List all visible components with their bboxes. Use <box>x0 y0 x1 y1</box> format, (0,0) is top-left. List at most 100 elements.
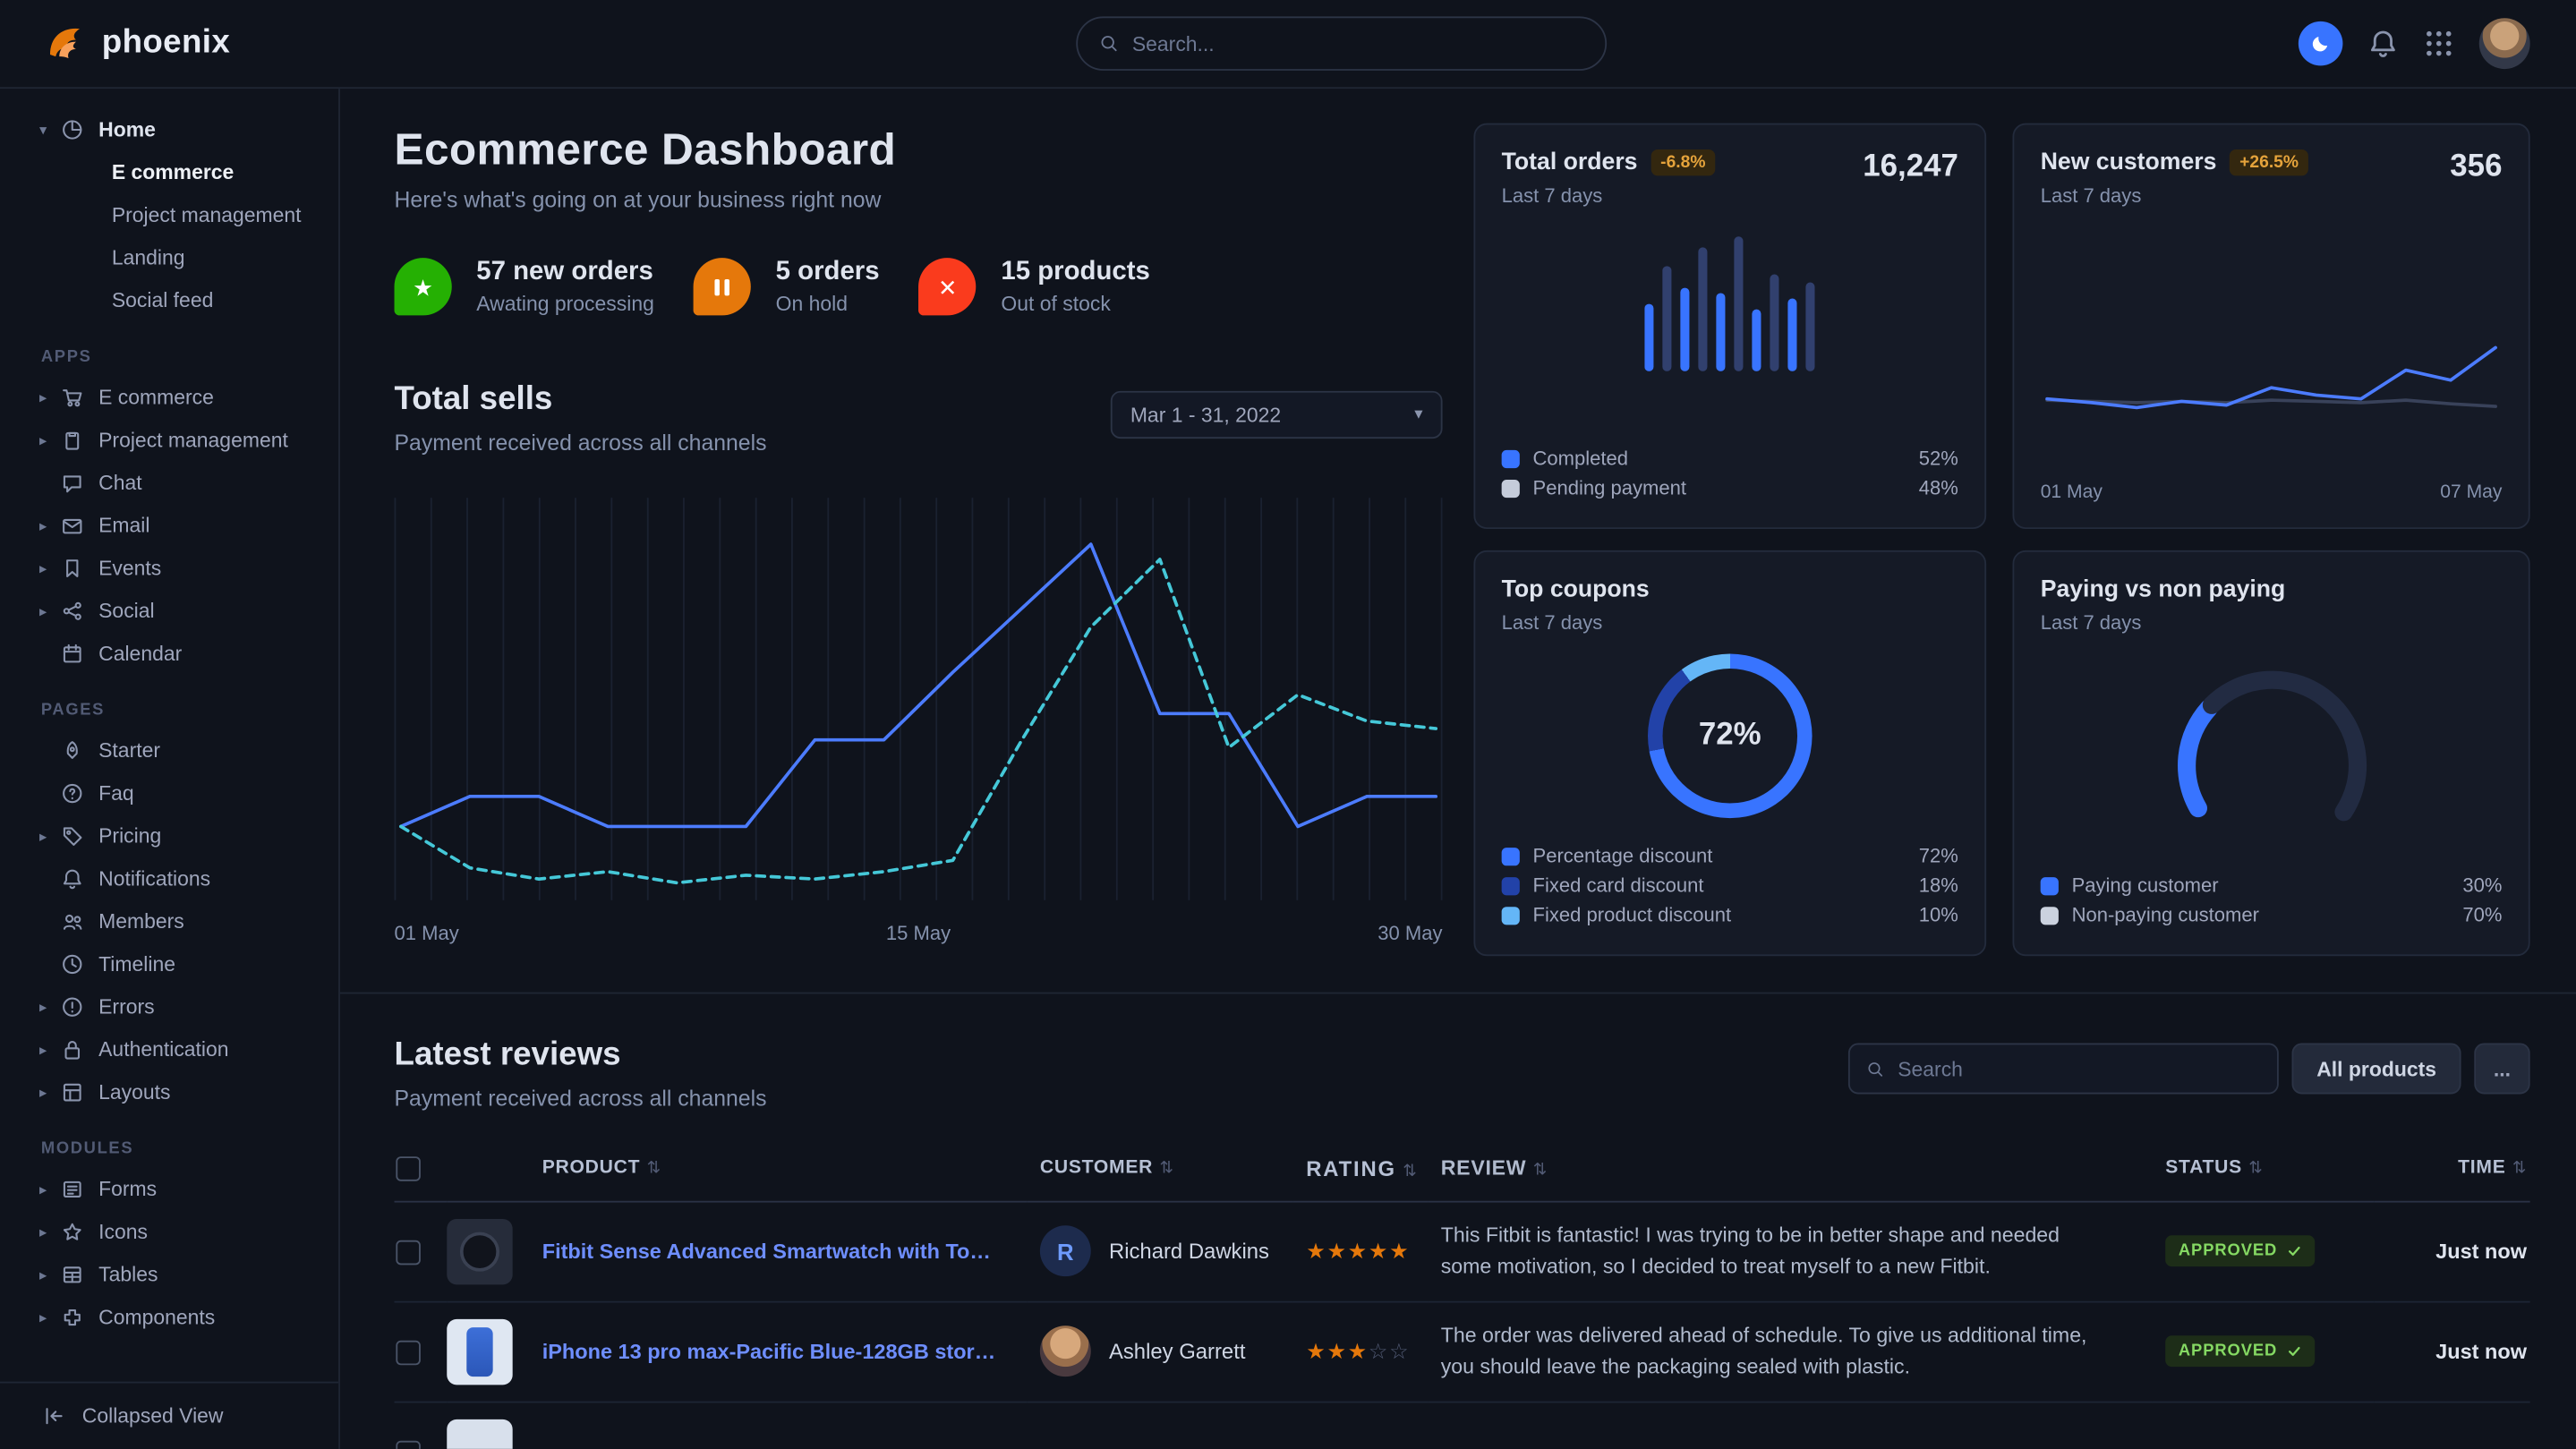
card-total-orders: Total orders -6.8% Last 7 days 16,247 Co… <box>1473 124 1986 529</box>
question-icon <box>61 782 84 805</box>
column-header-customer[interactable]: CUSTOMER⇅ <box>1027 1154 1292 1201</box>
top-coupons-legend-item: Percentage discount72% <box>1502 841 1958 871</box>
sidebar-subitem-e-commerce[interactable]: E commerce <box>0 151 338 194</box>
rating-stars <box>1293 1402 1429 1449</box>
review-time <box>2374 1402 2529 1449</box>
navbar-search-input[interactable] <box>1132 32 1584 55</box>
date-range-select[interactable]: Mar 1 - 31, 2022 ▾ <box>1111 392 1443 439</box>
column-header-status[interactable]: STATUS⇅ <box>2153 1154 2375 1201</box>
chevron-down-icon: ▾ <box>1414 406 1422 424</box>
sidebar-item-events[interactable]: ▸Events <box>0 547 338 590</box>
product-link[interactable]: Fitbit Sense Advanced Smartwatch with To… <box>542 1239 1002 1264</box>
sidebar-subitem-project-management[interactable]: Project management <box>0 194 338 237</box>
row-checkbox[interactable] <box>396 1240 421 1265</box>
sidebar-item-label: Icons <box>98 1221 148 1244</box>
review-row: Fitbit Sense Advanced Smartwatch with To… <box>395 1201 2530 1301</box>
total-sells-subtitle: Payment received across all channels <box>395 431 767 456</box>
sidebar-item-social[interactable]: ▸Social <box>0 590 338 633</box>
notifications-button[interactable] <box>2367 28 2399 59</box>
chat-icon <box>61 472 84 495</box>
alert-icon <box>61 995 84 1019</box>
sidebar-subitem-social-feed[interactable]: Social feed <box>0 279 338 322</box>
sidebar-item-chat[interactable]: Chat <box>0 462 338 505</box>
top-navbar: phoenix <box>0 0 2576 89</box>
sidebar-item-label: Layouts <box>98 1081 170 1104</box>
sidebar-item-errors[interactable]: ▸Errors <box>0 985 338 1028</box>
sidebar-item-e-commerce[interactable]: ▸E commerce <box>0 376 338 419</box>
legend-label: Pending payment <box>1533 476 1686 499</box>
sidebar-item-home[interactable]: ▾Home <box>0 108 338 151</box>
total-orders-badge: -6.8% <box>1651 149 1715 175</box>
product-thumbnail <box>447 1419 512 1449</box>
sidebar-item-faq[interactable]: Faq <box>0 772 338 815</box>
sidebar-item-label: Email <box>98 515 149 538</box>
row-checkbox[interactable] <box>396 1440 421 1449</box>
user-avatar[interactable] <box>2479 18 2530 69</box>
sidebar-item-components[interactable]: ▸Components <box>0 1296 338 1339</box>
caret-right-icon: ▸ <box>39 1041 61 1059</box>
paying-legend-item: Non-paying customer70% <box>2041 900 2503 930</box>
column-header-time[interactable]: TIME⇅ <box>2374 1154 2529 1201</box>
sidebar-item-calendar[interactable]: Calendar <box>0 633 338 676</box>
sidebar-item-pricing[interactable]: ▸Pricing <box>0 814 338 857</box>
more-options-button[interactable]: ... <box>2474 1044 2529 1095</box>
sidebar-item-project-management[interactable]: ▸Project management <box>0 419 338 462</box>
column-header-review[interactable]: REVIEW⇅ <box>1428 1154 2152 1201</box>
sidebar-item-label: Errors <box>98 995 154 1019</box>
legend-swatch <box>1502 906 1520 924</box>
legend-swatch <box>1502 847 1520 865</box>
rating-stars: ★★★★★ <box>1293 1201 1429 1301</box>
sidebar-item-timeline[interactable]: Timeline <box>0 943 338 986</box>
product-thumbnail <box>447 1218 512 1283</box>
legend-label: Fixed card discount <box>1533 874 1704 897</box>
theme-toggle-button[interactable] <box>2299 21 2343 66</box>
phoenix-logo-icon <box>43 21 88 66</box>
stat-caption: Out of stock <box>1001 293 1149 316</box>
apps-grid-button[interactable] <box>2423 28 2454 59</box>
card-paying-vs-non-paying: Paying vs non paying Last 7 days Paying … <box>2012 550 2529 956</box>
lock-icon <box>61 1038 84 1061</box>
sidebar-item-forms[interactable]: ▸Forms <box>0 1168 338 1211</box>
collapsed-view-toggle[interactable]: Collapsed View <box>0 1382 338 1449</box>
bell-icon <box>61 867 84 891</box>
reviews-table-header: PRODUCT⇅CUSTOMER⇅RATING⇅REVIEW⇅STATUS⇅TI… <box>395 1154 2530 1201</box>
caret-right-icon: ▸ <box>39 1084 61 1102</box>
legend-value: 10% <box>1919 904 1958 927</box>
caret-right-icon: ▸ <box>39 602 61 620</box>
caret-right-icon: ▸ <box>39 1223 61 1241</box>
reviews-search-input[interactable] <box>1898 1057 2261 1080</box>
sidebar-item-layouts[interactable]: ▸ Layouts <box>0 1071 338 1114</box>
sidebar-item-members[interactable]: Members <box>0 900 338 943</box>
all-products-button[interactable]: All products <box>2292 1044 2461 1095</box>
sidebar-item-starter[interactable]: Starter <box>0 729 338 772</box>
legend-value: 72% <box>1919 844 1958 867</box>
sidebar-subitem-landing[interactable]: Landing <box>0 236 338 279</box>
column-header-rating[interactable]: RATING⇅ <box>1293 1154 1429 1201</box>
x-axis-label: 15 May <box>886 922 951 945</box>
star-icon <box>61 1221 84 1244</box>
order-stats: ★57 new ordersAwating processing5 orders… <box>395 259 1443 316</box>
product-link[interactable]: iPhone 13 pro max-Pacific Blue-128GB sto… <box>542 1339 1002 1364</box>
sidebar-item-authentication[interactable]: ▸Authentication <box>0 1028 338 1071</box>
form-icon <box>61 1178 84 1201</box>
sidebar-item-email[interactable]: ▸ Email <box>0 504 338 547</box>
top-coupons-legend-item: Fixed product discount10% <box>1502 900 1958 930</box>
select-all-checkbox[interactable] <box>396 1156 421 1181</box>
caret-right-icon: ▸ <box>39 516 61 534</box>
sidebar-item-label: Chat <box>98 472 141 495</box>
page-title: Ecommerce Dashboard <box>395 124 1443 176</box>
stat-on-hold: 5 ordersOn hold <box>694 259 880 316</box>
card-new-customers: New customers +26.5% Last 7 days 356 01 … <box>2012 124 2529 529</box>
sidebar-item-tables[interactable]: ▸Tables <box>0 1253 338 1296</box>
x-axis-label: 30 May <box>1378 922 1442 945</box>
column-header-product[interactable]: PRODUCT⇅ <box>447 1154 1027 1201</box>
sidebar-item-label: Home <box>98 118 156 141</box>
page-subtitle: Here's what's going on at your business … <box>395 188 1443 213</box>
sidebar-item-notifications[interactable]: Notifications <box>0 857 338 900</box>
legend-swatch <box>2041 876 2059 894</box>
legend-swatch <box>2041 906 2059 924</box>
sort-icon: ⇅ <box>1533 1162 1548 1180</box>
row-checkbox[interactable] <box>396 1340 421 1365</box>
brand[interactable]: phoenix <box>43 21 230 66</box>
sidebar-item-icons[interactable]: ▸ Icons <box>0 1211 338 1254</box>
